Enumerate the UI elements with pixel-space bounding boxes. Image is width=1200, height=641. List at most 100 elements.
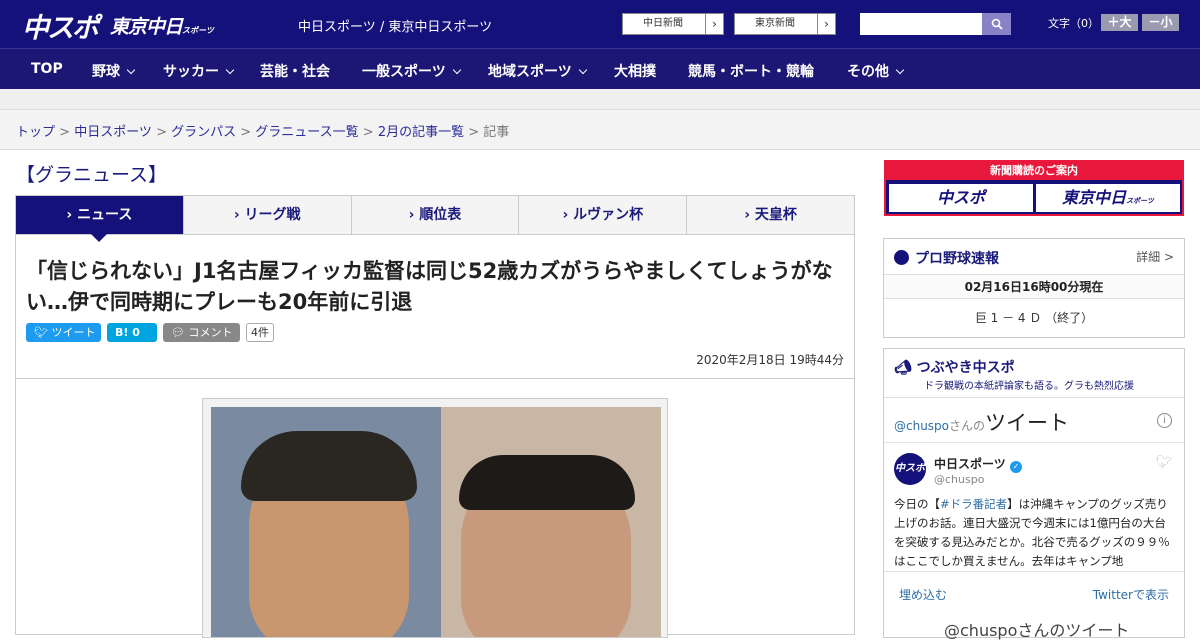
nav-others[interactable]: その他 [847, 61, 905, 81]
tab-news-label: ニュース [77, 207, 133, 223]
baseball-score[interactable]: 巨 1 － 4 Ｄ （終了） [884, 309, 1184, 326]
banner-tokyo-sub: スポーツ [1126, 197, 1154, 205]
nav-general-sports[interactable]: 一般スポーツ [362, 61, 461, 81]
twitter-box: 📣︎ つぶやき中スポ ドラ観戦の本紙評論家も語る。グラも熱烈応援 @chuspo… [883, 348, 1185, 641]
section-title: 【グラニュース】 [16, 164, 168, 186]
avatar[interactable]: 中スポ [894, 453, 926, 485]
font-larger-button[interactable]: ＋大 [1101, 14, 1138, 31]
baseball-more-link[interactable]: 詳細 > [1136, 248, 1174, 265]
main-nav: TOP 野球 サッカー 芸能・社会 一般スポーツ 地域スポーツ 大相撲 競馬・ボ… [0, 48, 1200, 89]
divider [884, 571, 1184, 572]
chevron-down-icon [225, 65, 235, 75]
chunichi-shimbun-link[interactable]: 中日新聞 › [622, 13, 724, 35]
chevron-right-icon: › [408, 207, 420, 223]
nav-local-sports[interactable]: 地域スポーツ [488, 61, 587, 81]
search-icon [991, 18, 1003, 30]
tsubuyaki-subtitle: ドラ観戦の本紙評論家も語る。グラも熱烈応援 [924, 381, 1134, 392]
tweet-hashtag[interactable]: #ドラ番記者 [940, 497, 1007, 511]
tweet-text: 今日の【#ドラ番記者】は沖縄キャンプのグッズ売り上げのお話。連日大盛況で今週末に… [894, 495, 1174, 569]
tab-emperors-cup-label: 天皇杯 [754, 207, 797, 223]
twitter-bird-icon[interactable]: 🐦︎ [1155, 455, 1172, 470]
divider [884, 442, 1184, 443]
tokyo-logo-text: 東京中日 [110, 16, 183, 38]
tab-standings[interactable]: › 順位表 [352, 196, 520, 234]
tweet-author-id[interactable]: @chuspo [934, 473, 984, 486]
banner-tokyo-label: 東京中日 [1062, 188, 1127, 207]
article-title: 「信じられない」J1名古屋フィッカ監督は同じ52歳カズがうらやましくてしょうがな… [26, 259, 833, 314]
info-icon[interactable]: i [1157, 413, 1172, 428]
breadcrumb-sep: > [151, 125, 172, 140]
tab-emperors-cup[interactable]: › 天皇杯 [687, 196, 854, 234]
tokyo-chunichi-logo[interactable]: 東京中日スポーツ [110, 12, 214, 39]
tab-levain-cup-label: ルヴァン杯 [573, 207, 644, 223]
tab-levain-cup[interactable]: › ルヴァン杯 [519, 196, 688, 234]
baseball-timestamp: 02月16日16時00分現在 [884, 274, 1184, 299]
comment-icon: 💬︎ [171, 326, 185, 339]
tokyo-shimbun-link[interactable]: 東京新聞 › [734, 13, 836, 35]
subscription-banner[interactable]: 新聞購読のご案内 中スポ 東京中日スポーツ [884, 160, 1184, 216]
tweet-author[interactable]: 中日スポーツ ✓ [934, 455, 1022, 473]
comment-button[interactable]: 💬︎ コメント [163, 323, 240, 342]
hair-shape [459, 455, 635, 510]
tab-standings-label: 順位表 [419, 207, 462, 223]
nav-soccer[interactable]: サッカー [163, 61, 235, 81]
tweet-label: ツイート [51, 326, 96, 339]
baseball-score-box: プロ野球速報 詳細 > 02月16日16時00分現在 巨 1 － 4 Ｄ （終了… [883, 238, 1185, 338]
chevron-right-icon: › [233, 207, 245, 223]
banner-chuspo[interactable]: 中スポ [889, 184, 1033, 212]
banner-tokyo-chunichi[interactable]: 東京中日スポーツ [1036, 184, 1180, 212]
chevron-down-icon [126, 65, 136, 75]
breadcrumb-chunichi-sports[interactable]: 中日スポーツ [74, 125, 152, 140]
article-date: 2020年2月18日 19時44分 [696, 353, 844, 367]
breadcrumb-sep: > [464, 125, 484, 140]
baseball-box-header: プロ野球速報 [894, 248, 999, 268]
site-names[interactable]: 中日スポーツ / 東京中日スポーツ [298, 16, 492, 35]
nav-baseball[interactable]: 野球 [92, 61, 136, 81]
tab-league-label: リーグ戦 [244, 207, 301, 223]
breadcrumb: トップ > 中日スポーツ > グランパス > グラニュース一覧 > 2月の記事一… [0, 110, 1200, 150]
chevron-right-icon: › [744, 207, 755, 223]
tsubuyaki-header: 📣︎ つぶやき中スポ [894, 357, 1015, 377]
timeline-handle[interactable]: @chuspo [894, 419, 949, 433]
baseball-icon [894, 250, 909, 265]
breadcrumb-month-list[interactable]: 2月の記事一覧 [378, 125, 464, 140]
article-photo [202, 398, 668, 638]
tab-league[interactable]: › リーグ戦 [184, 196, 352, 234]
nav-general-sports-label: 一般スポーツ [362, 64, 446, 80]
photo-right-person [441, 407, 661, 637]
nav-keiba[interactable]: 競馬・ボート・競輪 [688, 61, 814, 81]
section-tabs: › ニュース › リーグ戦 › 順位表 › ルヴァン杯 › 天皇杯 [15, 195, 855, 242]
divider [884, 397, 1184, 398]
search-button[interactable] [982, 13, 1011, 35]
breadcrumb-grampus[interactable]: グランパス [171, 125, 236, 140]
view-on-twitter-link[interactable]: Twitterで表示 [1093, 586, 1169, 603]
comment-count[interactable]: 4件 [246, 323, 274, 342]
breadcrumb-top[interactable]: トップ [16, 125, 55, 140]
nav-top[interactable]: TOP [31, 61, 63, 77]
chevron-down-icon [895, 65, 905, 75]
breadcrumb-sep: > [55, 125, 75, 140]
font-smaller-button[interactable]: －小 [1142, 14, 1179, 31]
nav-sumo[interactable]: 大相撲 [614, 61, 656, 81]
hatena-bookmark-button[interactable]: B! 0 [107, 323, 157, 342]
chevron-down-icon [452, 65, 461, 75]
chuspo-logo[interactable]: 中スポ [22, 6, 99, 45]
tweet-button[interactable]: 🐦︎ ツイート [26, 323, 101, 342]
chevron-right-icon: › [817, 14, 835, 34]
nav-local-sports-label: 地域スポーツ [488, 64, 572, 80]
breadcrumb-news-list[interactable]: グラニュース一覧 [255, 125, 358, 140]
comment-label: コメント [188, 326, 233, 339]
tab-news[interactable]: › ニュース [16, 196, 184, 242]
megaphone-icon: 📣︎ [894, 360, 912, 376]
photo-left-person [211, 407, 441, 637]
search-input[interactable] [860, 13, 982, 35]
chevron-right-icon: › [562, 207, 574, 223]
tweet-text-part: 今日の【 [894, 497, 940, 511]
breadcrumb-current: 記事 [483, 125, 510, 140]
tsubuyaki-title: つぶやき中スポ [916, 360, 1015, 376]
timeline-footer[interactable]: @chuspoさんのツイート [944, 617, 1129, 641]
nav-entertainment[interactable]: 芸能・社会 [260, 61, 330, 81]
embed-link[interactable]: 埋め込む [899, 586, 947, 603]
subscription-banner-title: 新聞購読のご案内 [886, 162, 1182, 180]
nav-others-label: その他 [847, 64, 889, 80]
